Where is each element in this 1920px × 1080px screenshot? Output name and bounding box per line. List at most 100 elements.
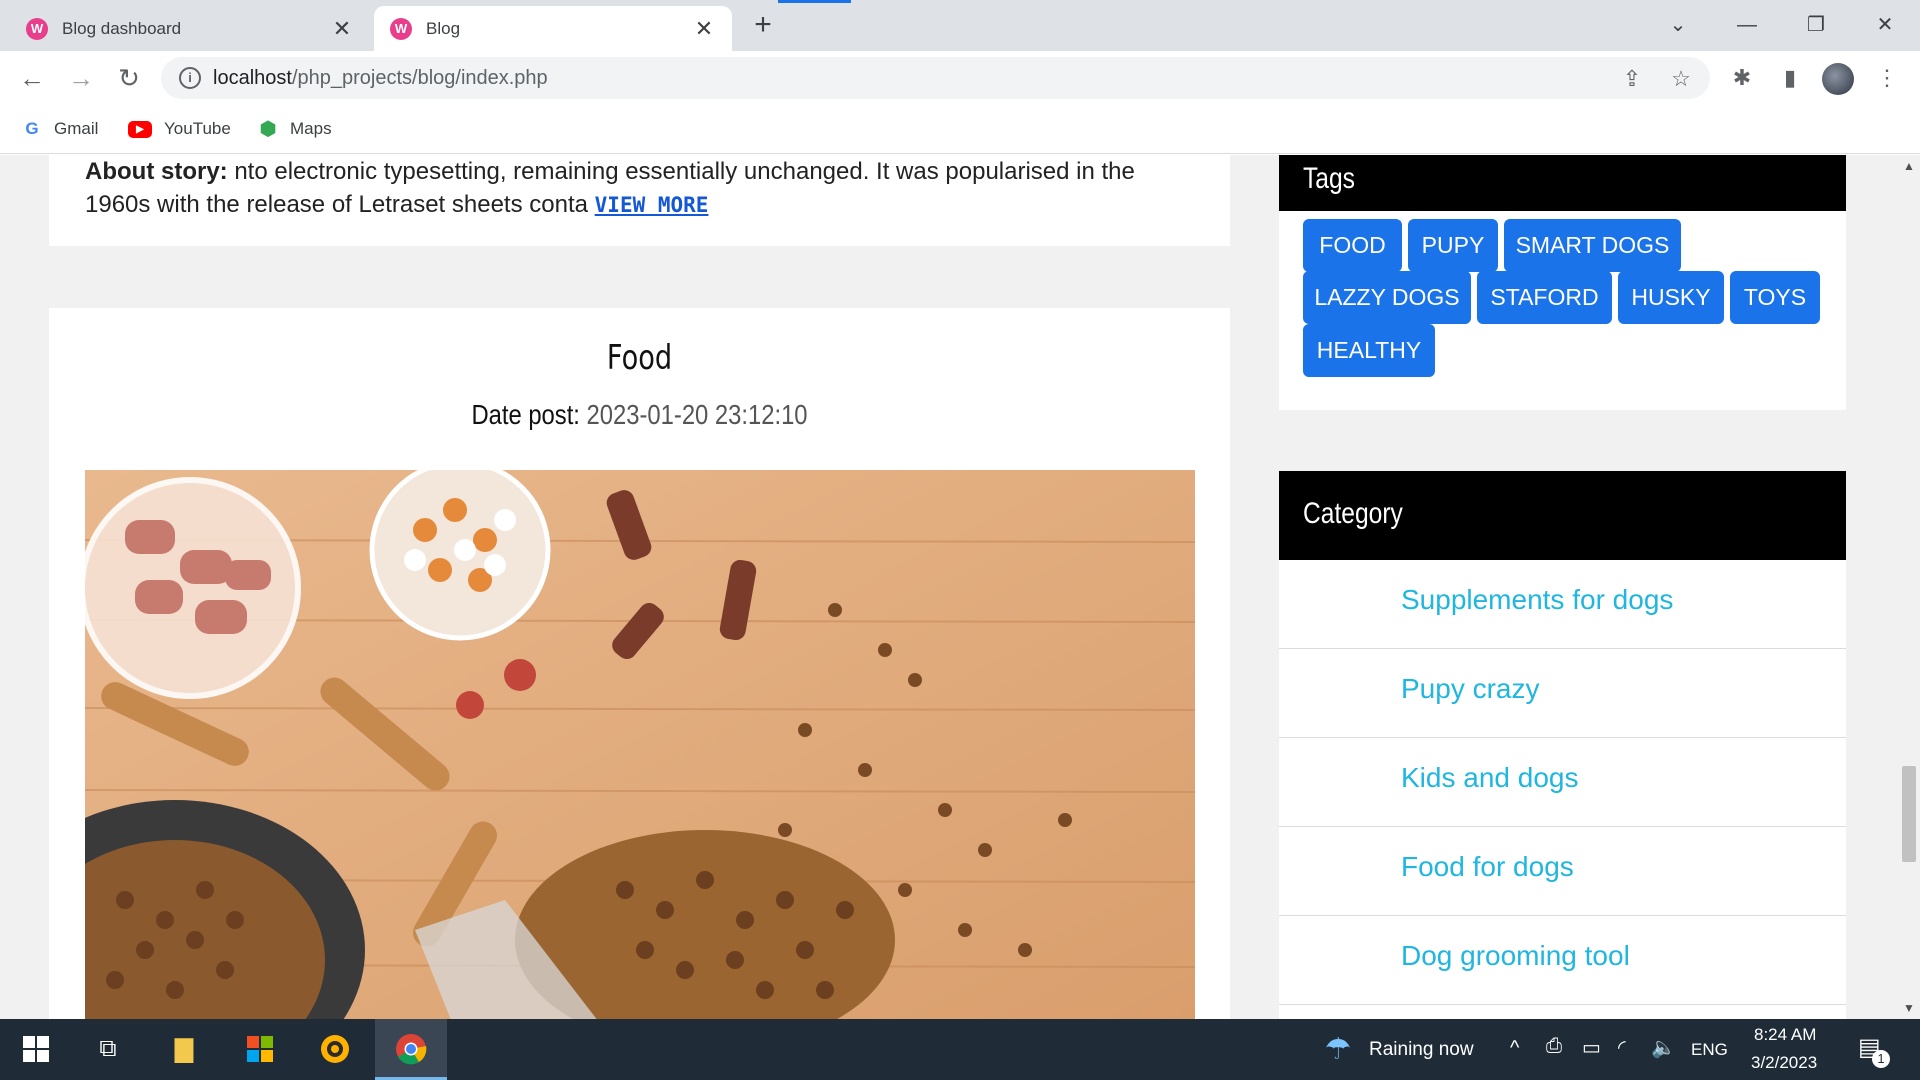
show-hidden-icons-chevron-icon[interactable]: ^ xyxy=(1510,1037,1519,1060)
brave-browser-icon[interactable] xyxy=(319,1033,351,1065)
about-story-label: About story: xyxy=(85,158,228,185)
tags-widget-title: Tags xyxy=(1303,162,1355,195)
category-link[interactable]: Pupy crazy xyxy=(1401,673,1540,705)
bookmark-label: Maps xyxy=(290,119,332,138)
previous-post-card: About story: nto electronic typesetting,… xyxy=(49,155,1230,246)
youtube-icon: ▶ xyxy=(128,120,152,138)
microsoft-store-icon[interactable] xyxy=(244,1033,276,1065)
tab-title: Blog dashboard xyxy=(62,18,182,38)
brave-glyph xyxy=(321,1035,349,1063)
bookmark-youtube[interactable]: ▶ YouTube xyxy=(128,116,231,142)
category-item[interactable]: Supplements for dogs xyxy=(1279,560,1846,649)
scrollbar-thumb[interactable] xyxy=(1902,766,1916,862)
tags-widget: Tags FOOD PUPY SMART DOGS LAZZY DOGS STA… xyxy=(1279,155,1846,410)
language-indicator[interactable]: ENG xyxy=(1691,1040,1728,1060)
address-bar[interactable]: i localhost/php_projects/blog/index.php … xyxy=(161,57,1710,99)
meet-now-icon[interactable]: ⎙ xyxy=(1546,1035,1562,1058)
wamp-favicon-icon: W xyxy=(390,17,412,40)
restore-icon[interactable]: ❐ xyxy=(1796,10,1836,40)
battery-icon[interactable]: ▭ xyxy=(1582,1035,1601,1060)
tab-strip: W Blog dashboard ✕ W Blog ✕ + ⌄ — ❐ ✕ xyxy=(0,0,1920,51)
view-more-link[interactable]: VIEW MORE xyxy=(595,193,709,217)
store-grid-glyph xyxy=(247,1036,273,1062)
site-info-icon[interactable]: i xyxy=(179,67,201,89)
weather-text[interactable]: Raining now xyxy=(1369,1039,1474,1061)
tag-husky[interactable]: HUSKY xyxy=(1618,271,1724,324)
google-icon: G xyxy=(25,119,39,138)
category-widget-header: Category xyxy=(1279,471,1846,560)
windows-start-icon[interactable] xyxy=(20,1033,52,1065)
bookmark-maps[interactable]: ⬢ Maps xyxy=(258,116,332,142)
bookmarks-bar: G Gmail ▶ YouTube ⬢ Maps xyxy=(0,104,1920,154)
browser-toolbar: ← → ↻ i localhost/php_projects/blog/inde… xyxy=(0,51,1920,104)
back-arrow-icon[interactable]: ← xyxy=(15,61,49,95)
post-date: Date post: 2023-01-20 23:12:10 xyxy=(138,399,1142,431)
scroll-down-arrow-icon[interactable]: ▼ xyxy=(1898,1001,1920,1015)
url-host: localhost xyxy=(213,67,292,89)
minimize-icon[interactable]: — xyxy=(1727,10,1767,40)
tag-pupy[interactable]: PUPY xyxy=(1408,219,1498,272)
tags-widget-header: Tags xyxy=(1279,155,1846,211)
task-view-icon[interactable]: ⧉ xyxy=(92,1033,124,1065)
rain-weather-icon[interactable]: ☂ xyxy=(1322,1033,1354,1066)
file-explorer-icon[interactable]: ▇ xyxy=(168,1033,200,1065)
wamp-favicon-icon: W xyxy=(26,17,48,40)
tab-blog-dashboard[interactable]: W Blog dashboard ✕ xyxy=(10,6,370,51)
tag-lazzy-dogs[interactable]: LAZZY DOGS xyxy=(1303,271,1471,324)
post-card: Food Date post: 2023-01-20 23:12:10 xyxy=(49,308,1230,1019)
bookmark-gmail[interactable]: G Gmail xyxy=(22,116,98,142)
category-link[interactable]: Food for dogs xyxy=(1401,851,1574,883)
tag-staford[interactable]: STAFORD xyxy=(1477,271,1612,324)
bookmark-star-icon[interactable]: ☆ xyxy=(1666,64,1696,94)
side-panel-icon[interactable]: ▮ xyxy=(1773,61,1807,95)
maps-icon: ⬢ xyxy=(259,118,277,140)
bookmark-label: Gmail xyxy=(54,119,99,138)
page-scrollbar[interactable]: ▲ ▼ xyxy=(1898,155,1920,1019)
windows-taskbar: ⧉ ▇ ☂ Raining now ^ ⎙ ▭ ◜ 🔈 ENG 8:24 AM … xyxy=(0,1019,1920,1080)
date-value: 2023-01-20 23:12:10 xyxy=(579,399,808,430)
tab-title: Blog xyxy=(426,18,461,38)
category-item[interactable]: Dog grooming tool xyxy=(1279,916,1846,1005)
forward-arrow-icon[interactable]: → xyxy=(64,61,98,95)
reload-icon[interactable]: ↻ xyxy=(112,61,146,95)
tab-blog[interactable]: W Blog ✕ xyxy=(374,6,732,51)
category-link[interactable]: Supplements for dogs xyxy=(1401,584,1673,616)
category-item[interactable]: Kids and dogs xyxy=(1279,738,1846,827)
category-item[interactable]: Food for dogs xyxy=(1279,827,1846,916)
bookmark-label: YouTube xyxy=(164,119,231,138)
profile-avatar[interactable] xyxy=(1822,63,1854,95)
post-title[interactable]: Food xyxy=(167,338,1112,378)
category-widget: Category Supplements for dogs Pupy crazy… xyxy=(1279,471,1846,1019)
page-viewport: About story: nto electronic typesetting,… xyxy=(0,155,1898,1019)
window-close-icon[interactable]: ✕ xyxy=(1865,10,1905,40)
close-icon[interactable]: ✕ xyxy=(692,16,716,42)
dog-food-illustration xyxy=(85,470,1195,1019)
volume-icon[interactable]: 🔈 xyxy=(1651,1035,1676,1060)
tag-healthy[interactable]: HEALTHY xyxy=(1303,324,1435,377)
tag-smart-dogs[interactable]: SMART DOGS xyxy=(1504,219,1681,272)
close-icon[interactable]: ✕ xyxy=(330,16,354,42)
share-icon[interactable]: ⇪ xyxy=(1617,64,1647,94)
category-item[interactable]: Pupy crazy xyxy=(1279,649,1846,738)
new-tab-icon[interactable]: + xyxy=(748,9,778,41)
chrome-icon[interactable] xyxy=(395,1033,427,1065)
more-menu-icon[interactable]: ⋮ xyxy=(1870,61,1904,95)
tag-toys[interactable]: TOYS xyxy=(1730,271,1820,324)
category-link[interactable]: Dog grooming tool xyxy=(1401,940,1630,972)
tab-loading-indicator xyxy=(778,0,851,3)
tag-food[interactable]: FOOD xyxy=(1303,219,1402,272)
category-widget-title: Category xyxy=(1303,497,1403,530)
notification-count-badge: 1 xyxy=(1872,1050,1890,1068)
date-label: Date post: xyxy=(471,399,580,430)
post-image[interactable] xyxy=(85,470,1195,1019)
clock-time[interactable]: 8:24 AM xyxy=(1754,1025,1816,1045)
category-link[interactable]: Kids and dogs xyxy=(1401,762,1578,794)
wifi-icon[interactable]: ◜ xyxy=(1618,1035,1626,1060)
scroll-up-arrow-icon[interactable]: ▲ xyxy=(1898,159,1920,173)
extensions-puzzle-icon[interactable]: ✱ xyxy=(1725,61,1759,95)
clock-date[interactable]: 3/2/2023 xyxy=(1751,1053,1817,1073)
url-text[interactable]: localhost/php_projects/blog/index.php xyxy=(213,67,548,90)
url-path: /php_projects/blog/index.php xyxy=(291,67,548,89)
previous-post-excerpt: About story: nto electronic typesetting,… xyxy=(85,155,1195,222)
tab-search-chevron-icon[interactable]: ⌄ xyxy=(1658,10,1698,40)
